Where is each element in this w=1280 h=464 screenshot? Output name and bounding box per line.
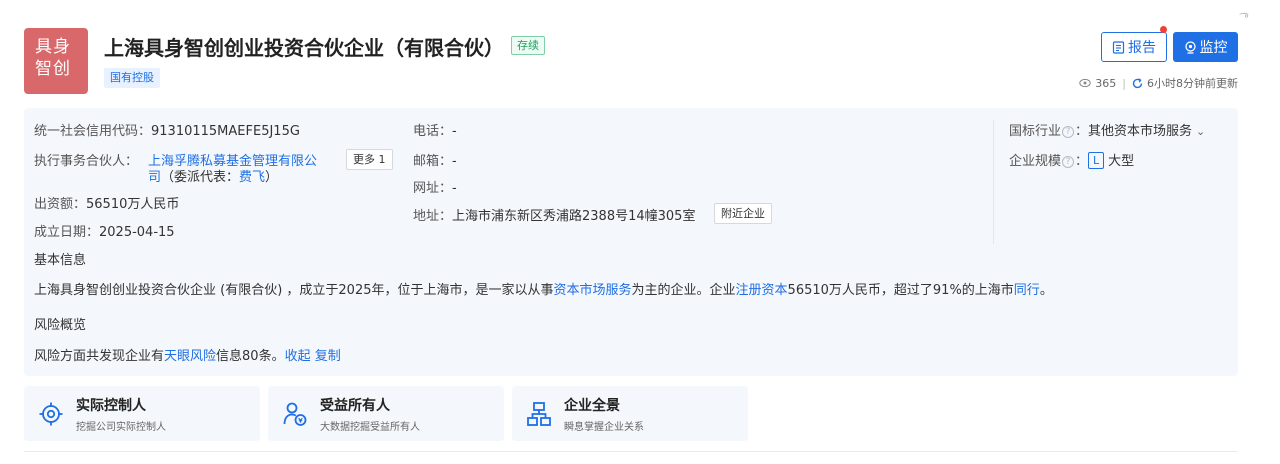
monitor-label: 监控 [1199,40,1228,56]
phone-label: 电话： [413,124,453,139]
basic-text-4: 。 [1039,283,1053,298]
address-field: 地址：上海市浦东新区秀浦路2388号14幢305室 [413,205,695,224]
location-eye-icon [1184,40,1196,54]
card-subtitle: 大数据挖掘受益所有人 [320,422,420,433]
meta-line: 365 | 6小时8分钟前更新 [1079,75,1238,91]
partner-name-line2: 司（委派代表：费飞） [148,166,278,185]
copy-link[interactable]: 复制 [315,349,341,364]
eye-icon [1079,78,1091,88]
risk-text-1: 风险方面共发现企业有 [34,349,165,364]
card-beneficiary[interactable]: 受益所有人 大数据挖掘受益所有人 [268,386,504,441]
scale-tag: L [1088,152,1105,169]
partner-field: 执行事务合伙人： [34,150,138,169]
org-chart-icon [527,402,551,426]
credit-code-value: 91310115MAEFE5J15G [151,124,300,139]
peers-link[interactable]: 同行 [1014,283,1040,298]
email-value: - [452,154,457,169]
report-button[interactable]: 报告 [1101,32,1167,62]
logo-line-2: 智创 [35,59,71,79]
card-title: 受益所有人 [320,398,390,414]
card-subtitle: 瞬息掌握企业关系 [564,422,644,433]
document-icon [1112,40,1125,54]
risk-text-2: 信息80条。 [216,349,285,364]
panel-divider [993,120,994,244]
address-value: 上海市浦东新区秀浦路2388号14幢305室 [452,209,696,224]
refresh-icon[interactable] [1132,77,1143,89]
phone-field: 电话：- [413,120,457,139]
address-label: 地址： [413,209,453,224]
basic-text-2: 为主的企业。企业 [631,283,736,298]
partner-label: 执行事务合伙人： [34,154,139,169]
phone-value: - [452,124,457,139]
email-field: 邮箱：- [413,150,457,169]
scale-value: 大型 [1108,154,1135,169]
email-label: 邮箱： [413,154,453,169]
capital-field: 出资额：56510万人民币 [34,193,179,212]
more-partners-button[interactable]: 更多 1 [346,149,393,170]
status-badge: 存续 [511,36,545,55]
target-icon [39,402,63,426]
registered-capital-link[interactable]: 注册资本 [736,283,788,298]
tianyan-risk-link[interactable]: 天眼风险 [164,349,216,364]
scale-field: 企业规模?： L 大型 [1009,150,1134,169]
monitor-button[interactable]: 监控 [1173,32,1238,62]
industry-label: 国标行业 [1009,124,1062,139]
company-name: 上海具身智创创业投资合伙企业（有限合伙） [104,36,504,60]
credit-code-field: 统一社会信用代码：91310115MAEFE5J15G [34,120,300,139]
scale-label: 企业规模 [1009,154,1062,169]
credit-code-label: 统一社会信用代码： [34,124,152,139]
notification-dot [1160,26,1167,33]
chevron-down-icon[interactable]: ⌄ [1196,125,1205,138]
founded-field: 成立日期：2025-04-15 [34,221,175,240]
info-panel [24,108,1238,376]
industry-field[interactable]: 国标行业? ：其他资本市场服务 ⌄ [1009,120,1205,139]
partner-name-link-cont[interactable]: 司 [148,170,161,185]
basic-text-3: 56510万人民币，超过了91%的上海市 [787,283,1014,298]
meta-separator: | [1122,76,1126,90]
risk-paragraph: 风险方面共发现企业有天眼风险信息80条。收起 复制 [34,345,341,364]
website-field: 网址：- [413,177,457,196]
founded-label: 成立日期： [34,225,100,240]
report-label: 报告 [1128,40,1156,56]
logo-line-1: 具身 [35,37,71,57]
website-value: - [452,181,457,196]
card-title: 企业全景 [564,398,620,414]
scale-colon: ： [1075,154,1089,169]
capital-value: 56510万人民币 [86,197,180,212]
view-count: 365 [1095,76,1117,90]
card-enterprise-panorama[interactable]: 企业全景 瞬息掌握企业关系 [512,386,748,441]
delegate-name-link[interactable]: 费飞 [239,170,265,185]
industry-colon: ： [1075,124,1089,139]
collapse-link[interactable]: 收起 [285,349,311,364]
basic-info-paragraph: 上海具身智创创业投资合伙企业 (有限合伙) ，成立于2025年，位于上海市，是一… [34,279,1053,298]
founded-value: 2025-04-15 [99,225,175,240]
basic-info-title: 基本信息 [34,253,87,268]
beneficiary-icon [283,402,307,426]
ownership-tag[interactable]: 国有控股 [104,68,160,88]
delegate-prefix: （委派代表： [161,170,240,185]
card-subtitle: 挖掘公司实际控制人 [76,422,166,433]
corner-mark: ͡° [1244,14,1249,25]
industry-link[interactable]: 资本市场服务 [554,283,632,298]
card-title: 实际控制人 [76,398,146,414]
help-icon[interactable]: ? [1062,156,1075,168]
bottom-divider [24,451,1238,452]
delegate-suffix: ） [265,170,279,185]
risk-overview-title: 风险概览 [34,318,87,333]
company-logo: 具身 智创 [24,28,88,94]
website-label: 网址： [413,181,453,196]
card-actual-controller[interactable]: 实际控制人 挖掘公司实际控制人 [24,386,260,441]
nearby-companies-button[interactable]: 附近企业 [714,203,772,224]
update-time: 6小时8分钟前更新 [1147,77,1238,90]
help-icon[interactable]: ? [1062,126,1075,138]
basic-text-1: 上海具身智创创业投资合伙企业 (有限合伙) ，成立于2025年，位于上海市，是一… [34,283,554,298]
industry-value: 其他资本市场服务 [1088,124,1193,139]
capital-label: 出资额： [34,197,87,212]
